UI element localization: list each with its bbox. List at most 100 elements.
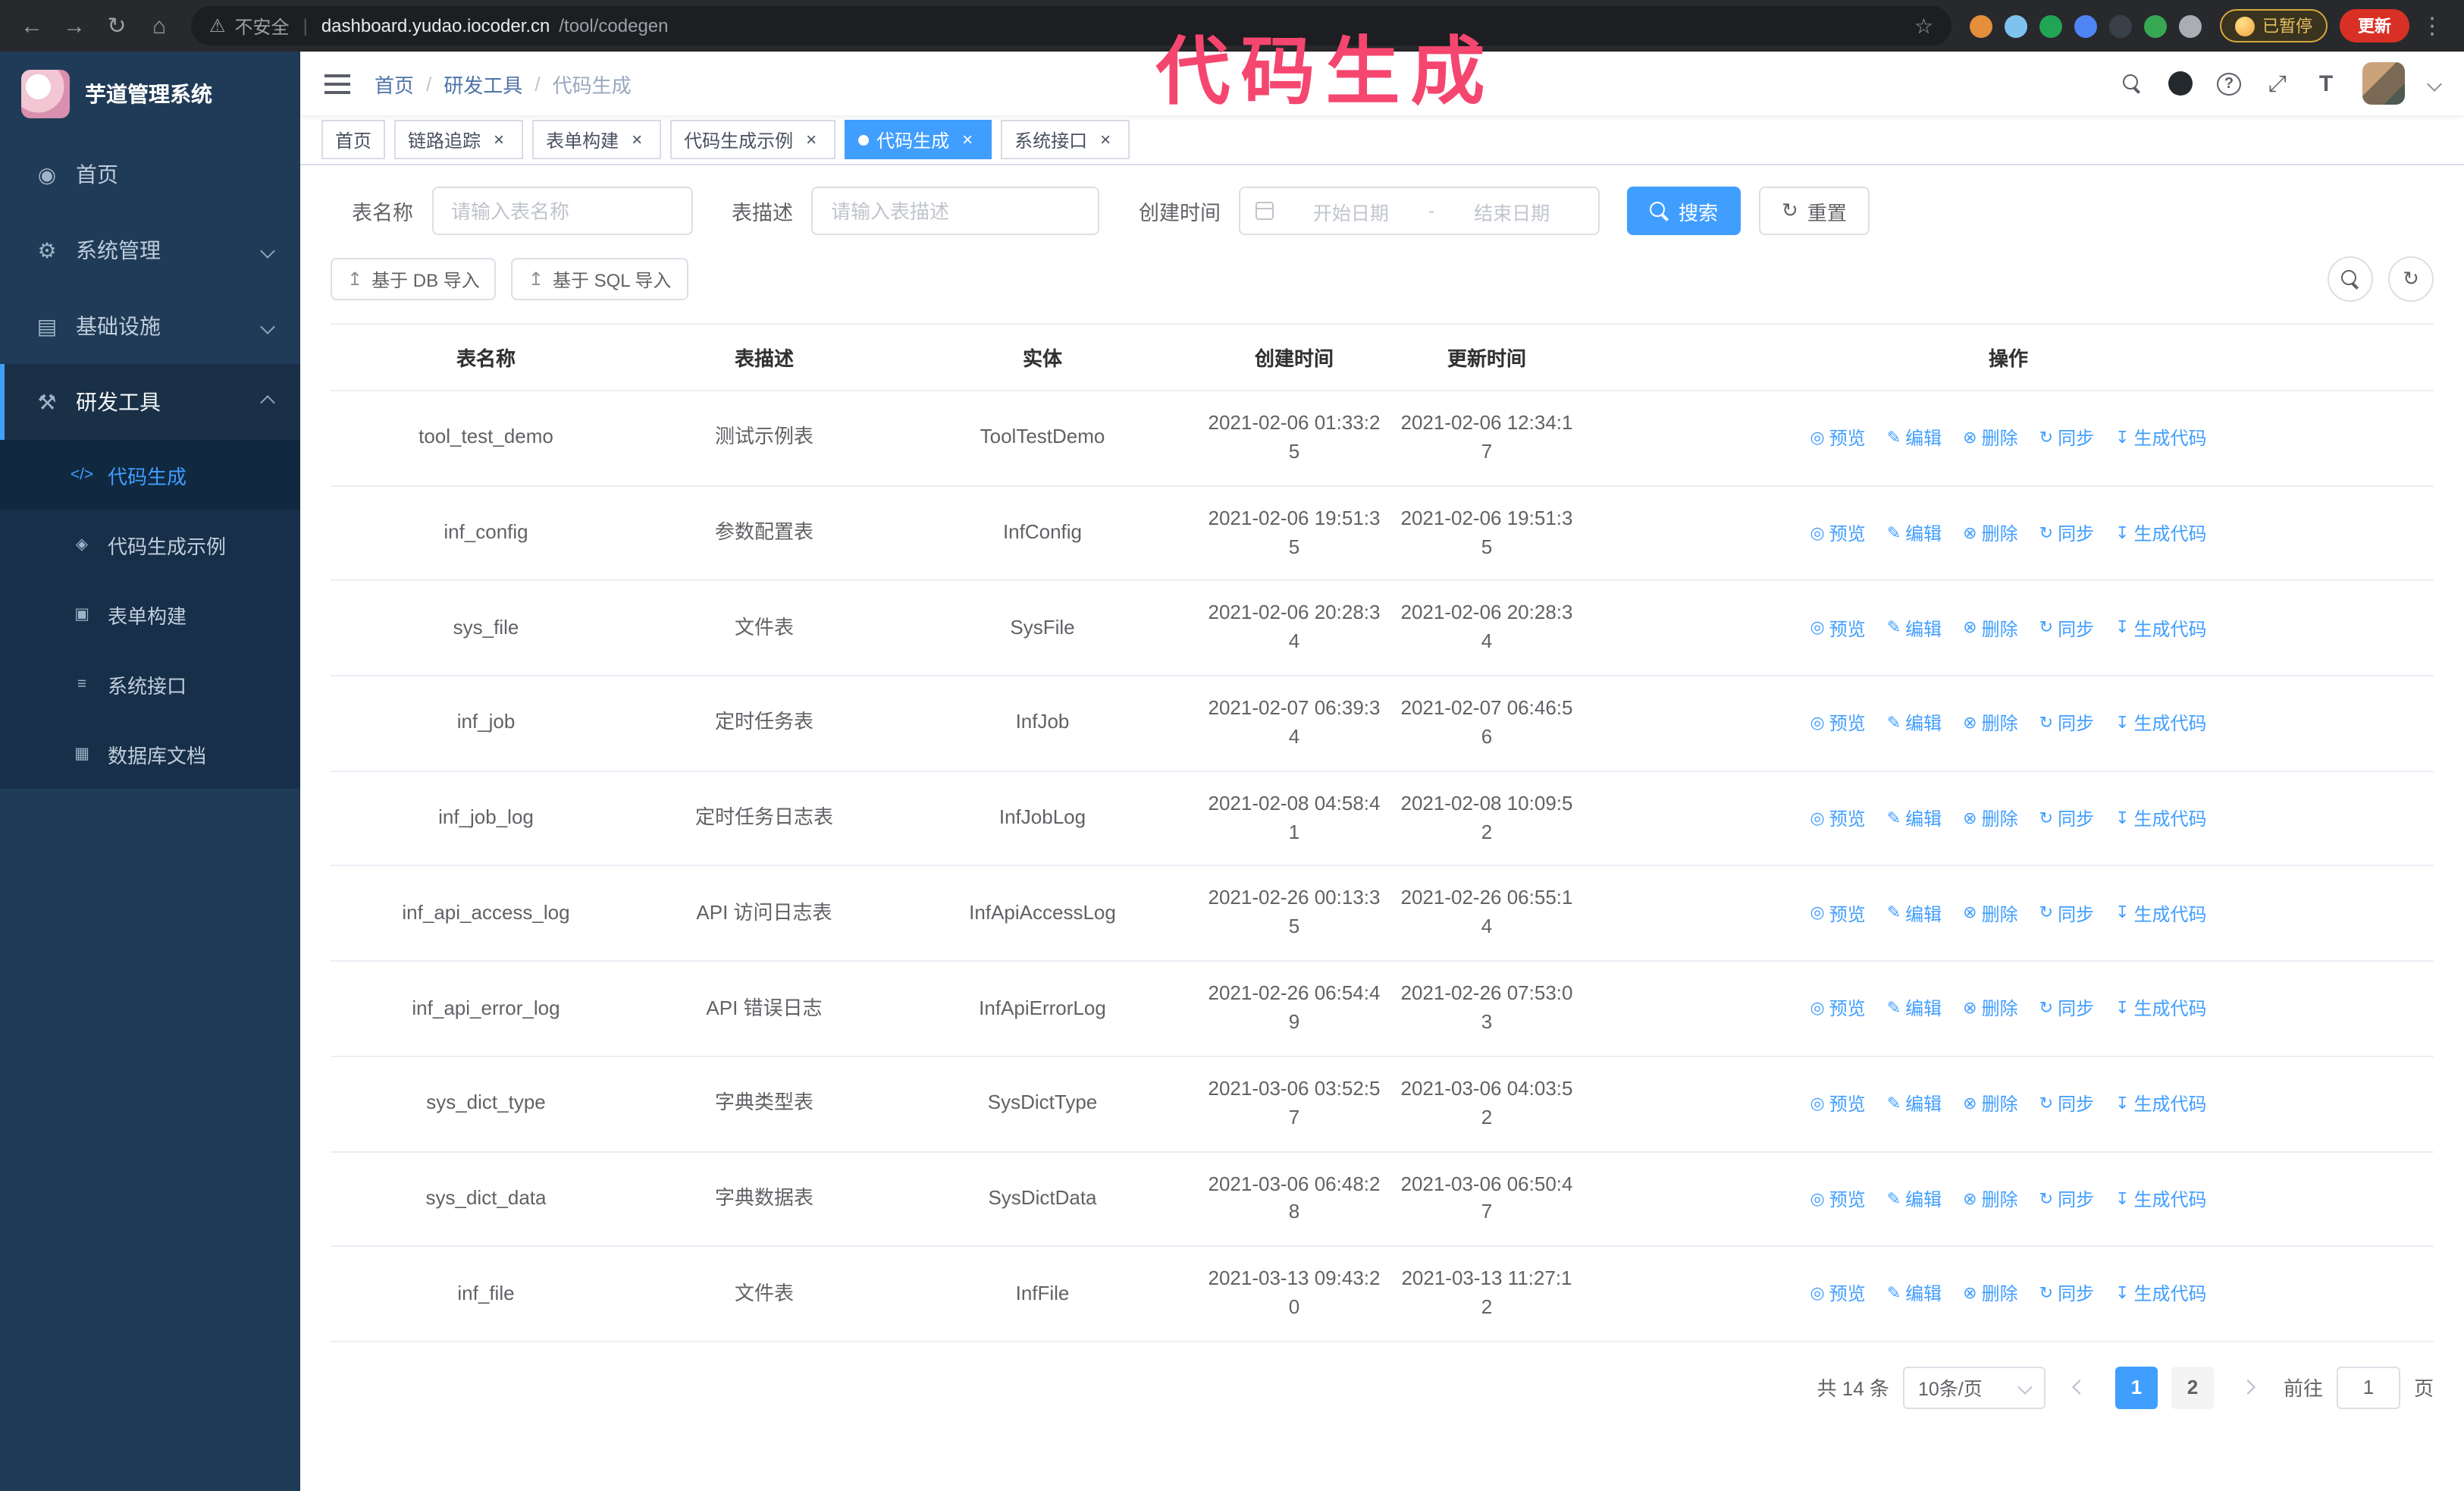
edit-action[interactable]: ✎ 编辑: [1887, 427, 1942, 454]
edit-action[interactable]: ✎ 编辑: [1887, 1092, 1942, 1119]
generate-action[interactable]: ↧ 生成代码: [2115, 807, 2206, 833]
sidebar-subitem[interactable]: ≡ 系统接口: [0, 649, 300, 719]
preview-action[interactable]: ◎ 预览: [1810, 997, 1865, 1024]
font-size-icon[interactable]: T: [2314, 71, 2338, 96]
table-desc-input[interactable]: [811, 187, 1099, 235]
tab-item[interactable]: 表单构建 ×: [532, 120, 662, 159]
edit-action[interactable]: ✎ 编辑: [1887, 617, 1942, 643]
generate-action[interactable]: ↧ 生成代码: [2115, 1282, 2206, 1309]
delete-action[interactable]: ⊗ 删除: [1963, 427, 2017, 454]
preview-action[interactable]: ◎ 预览: [1810, 427, 1865, 454]
delete-action[interactable]: ⊗ 删除: [1963, 712, 2017, 739]
close-icon[interactable]: ×: [626, 129, 647, 150]
page-size-select[interactable]: 10条/页: [1902, 1366, 2045, 1409]
sync-action[interactable]: ↻ 同步: [2039, 617, 2094, 643]
github-icon[interactable]: [2168, 71, 2193, 96]
preview-action[interactable]: ◎ 预览: [1810, 617, 1865, 643]
generate-action[interactable]: ↧ 生成代码: [2115, 902, 2206, 928]
sidebar-item[interactable]: ◉ 首页: [0, 137, 300, 212]
goto-page-input[interactable]: [2336, 1366, 2400, 1409]
breadcrumb-item[interactable]: 研发工具: [444, 69, 522, 98]
delete-action[interactable]: ⊗ 删除: [1963, 522, 2017, 548]
sidebar-toggle-icon[interactable]: [324, 74, 350, 93]
preview-action[interactable]: ◎ 预览: [1810, 902, 1865, 928]
preview-action[interactable]: ◎ 预览: [1810, 1092, 1865, 1119]
forward-icon[interactable]: →: [55, 6, 94, 46]
delete-action[interactable]: ⊗ 删除: [1963, 1282, 2017, 1309]
tab-active[interactable]: 代码生成 ×: [845, 120, 992, 159]
close-icon[interactable]: ×: [957, 129, 978, 150]
sidebar-subitem[interactable]: ▦ 数据库文档: [0, 719, 300, 789]
edit-action[interactable]: ✎ 编辑: [1887, 902, 1942, 928]
generate-action[interactable]: ↧ 生成代码: [2115, 427, 2206, 454]
fullscreen-icon[interactable]: ⤢: [2265, 71, 2290, 96]
preview-action[interactable]: ◎ 预览: [1810, 1188, 1865, 1214]
delete-action[interactable]: ⊗ 删除: [1963, 807, 2017, 833]
sidebar-subitem[interactable]: </> 代码生成: [0, 440, 300, 510]
search-button[interactable]: 搜索: [1627, 187, 1741, 235]
extension-icon[interactable]: [2109, 14, 2132, 37]
sidebar-item[interactable]: ⚙ 系统管理: [0, 212, 300, 288]
import-db-button[interactable]: ↥ 基于 DB 导入: [331, 258, 497, 300]
address-bar[interactable]: ⚠ 不安全 | dashboard.yudao.iocoder.cn/tool/…: [191, 6, 1951, 46]
delete-action[interactable]: ⊗ 删除: [1963, 902, 2017, 928]
sync-action[interactable]: ↻ 同步: [2039, 902, 2094, 928]
preview-action[interactable]: ◎ 预览: [1810, 807, 1865, 833]
extension-icon[interactable]: [2074, 14, 2097, 37]
sidebar-subitem[interactable]: ◈ 代码生成示例: [0, 510, 300, 579]
generate-action[interactable]: ↧ 生成代码: [2115, 522, 2206, 548]
sidebar-item[interactable]: ⚒ 研发工具: [0, 364, 300, 440]
next-page-button[interactable]: [2227, 1367, 2270, 1409]
extension-icon[interactable]: [1970, 14, 1992, 37]
breadcrumb-item[interactable]: 首页: [375, 69, 414, 98]
app-logo[interactable]: 芋道管理系统: [0, 52, 300, 137]
generate-action[interactable]: ↧ 生成代码: [2115, 1092, 2206, 1119]
sync-action[interactable]: ↻ 同步: [2039, 1188, 2094, 1214]
chevron-down-icon[interactable]: [2427, 76, 2442, 91]
refresh-table-button[interactable]: ↻: [2388, 256, 2434, 302]
user-avatar[interactable]: [2362, 62, 2405, 105]
close-icon[interactable]: ×: [801, 129, 822, 150]
tab-item[interactable]: 首页: [321, 120, 386, 159]
delete-action[interactable]: ⊗ 删除: [1963, 617, 2017, 643]
toggle-search-button[interactable]: [2328, 256, 2373, 302]
edit-action[interactable]: ✎ 编辑: [1887, 997, 1942, 1024]
prev-page-button[interactable]: [2059, 1367, 2102, 1409]
sync-action[interactable]: ↻ 同步: [2039, 1282, 2094, 1309]
date-range-picker[interactable]: 开始日期 - 结束日期: [1239, 187, 1600, 235]
table-name-input[interactable]: [431, 187, 692, 235]
sync-action[interactable]: ↻ 同步: [2039, 1092, 2094, 1119]
sync-action[interactable]: ↻ 同步: [2039, 807, 2094, 833]
sync-action[interactable]: ↻ 同步: [2039, 712, 2094, 739]
edit-action[interactable]: ✎ 编辑: [1887, 1188, 1942, 1214]
generate-action[interactable]: ↧ 生成代码: [2115, 617, 2206, 643]
tab-item[interactable]: 链路追踪 ×: [394, 120, 524, 159]
profile-paused-badge[interactable]: 已暂停: [2220, 9, 2328, 42]
home-icon[interactable]: ⌂: [140, 6, 179, 46]
sidebar-item[interactable]: ▤ 基础设施: [0, 288, 300, 364]
help-icon[interactable]: ?: [2217, 72, 2241, 95]
update-button[interactable]: 更新: [2340, 9, 2409, 42]
import-sql-button[interactable]: ↥ 基于 SQL 导入: [511, 258, 688, 300]
generate-action[interactable]: ↧ 生成代码: [2115, 997, 2206, 1024]
tab-item[interactable]: 系统接口 ×: [1001, 120, 1130, 159]
extension-icon[interactable]: [2005, 14, 2027, 37]
search-icon[interactable]: [2120, 74, 2144, 93]
edit-action[interactable]: ✎ 编辑: [1887, 1282, 1942, 1309]
reload-icon[interactable]: ↻: [97, 6, 136, 46]
sync-action[interactable]: ↻ 同步: [2039, 997, 2094, 1024]
edit-action[interactable]: ✎ 编辑: [1887, 522, 1942, 548]
breadcrumb-item[interactable]: 代码生成: [553, 69, 632, 98]
close-icon[interactable]: ×: [488, 129, 509, 150]
sidebar-subitem[interactable]: ▣ 表单构建: [0, 579, 300, 649]
back-icon[interactable]: ←: [12, 6, 52, 46]
extension-icon[interactable]: [2179, 14, 2202, 37]
bookmark-star-icon[interactable]: ☆: [1914, 13, 1933, 39]
reset-button[interactable]: ↻ 重置: [1759, 187, 1870, 235]
edit-action[interactable]: ✎ 编辑: [1887, 712, 1942, 739]
extension-icon[interactable]: [2039, 14, 2062, 37]
tab-item[interactable]: 代码生成示例 ×: [670, 120, 836, 159]
sync-action[interactable]: ↻ 同步: [2039, 427, 2094, 454]
page-button[interactable]: 2: [2171, 1366, 2214, 1409]
edit-action[interactable]: ✎ 编辑: [1887, 807, 1942, 833]
